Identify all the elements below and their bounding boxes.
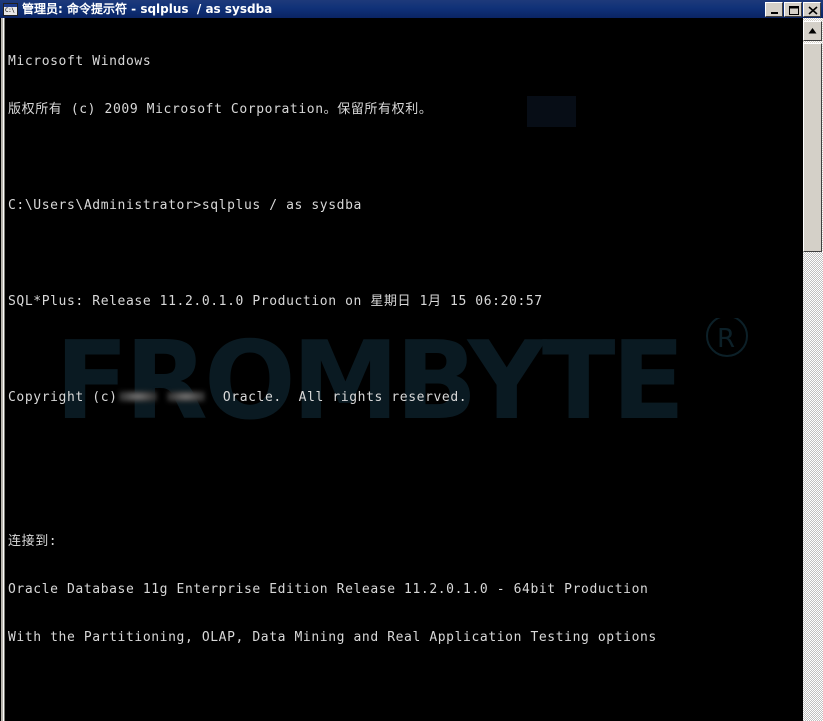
maximize-button[interactable]: [784, 1, 802, 17]
console-line: 版权所有 (c) 2009 Microsoft Corporation。保留所有…: [8, 102, 433, 117]
console-line: SQL*Plus: Release 11.2.0.1.0 Production …: [8, 294, 543, 309]
console-line: Microsoft Windows: [8, 54, 152, 69]
console-line: With the Partitioning, OLAP, Data Mining…: [8, 630, 657, 645]
vertical-scrollbar[interactable]: [800, 18, 823, 721]
console-line-copyright: Copyright (c) Oracle. All rights reserve…: [8, 390, 788, 406]
command-prompt-window: C:\ 管理员: 命令提示符 - sqlplus / as sysdba FRO…: [0, 0, 823, 721]
left-frame-edge: [0, 18, 7, 721]
console-client-area[interactable]: FROMBYTE R Microsoft Windows 版权所有 (c) 20…: [0, 18, 823, 721]
console-text: Microsoft Windows 版权所有 (c) 2009 Microsof…: [8, 22, 788, 721]
minimize-button[interactable]: [765, 1, 783, 17]
redacted-year-block: [166, 391, 205, 402]
console-line: 连接到:: [8, 534, 58, 549]
window-title: 管理员: 命令提示符 - sqlplus / as sysdba: [22, 2, 273, 16]
copyright-suffix: Oracle. All rights reserved.: [222, 390, 468, 405]
console-window-icon: C:\: [3, 2, 18, 16]
redacted-year-block: [118, 391, 157, 402]
window-controls: [764, 1, 821, 17]
scrollbar-thumb[interactable]: [803, 43, 822, 252]
scroll-up-button[interactable]: [803, 21, 822, 41]
scrollbar-track-below[interactable]: [803, 252, 823, 721]
console-icon-label: C:\: [5, 6, 15, 14]
console-line: C:\Users\Administrator>sqlplus / as sysd…: [8, 198, 362, 213]
copyright-prefix: Copyright (c): [8, 390, 118, 405]
window-titlebar[interactable]: C:\ 管理员: 命令提示符 - sqlplus / as sysdba: [0, 0, 823, 18]
close-button[interactable]: [803, 1, 821, 17]
console-line: Oracle Database 11g Enterprise Edition R…: [8, 582, 649, 597]
